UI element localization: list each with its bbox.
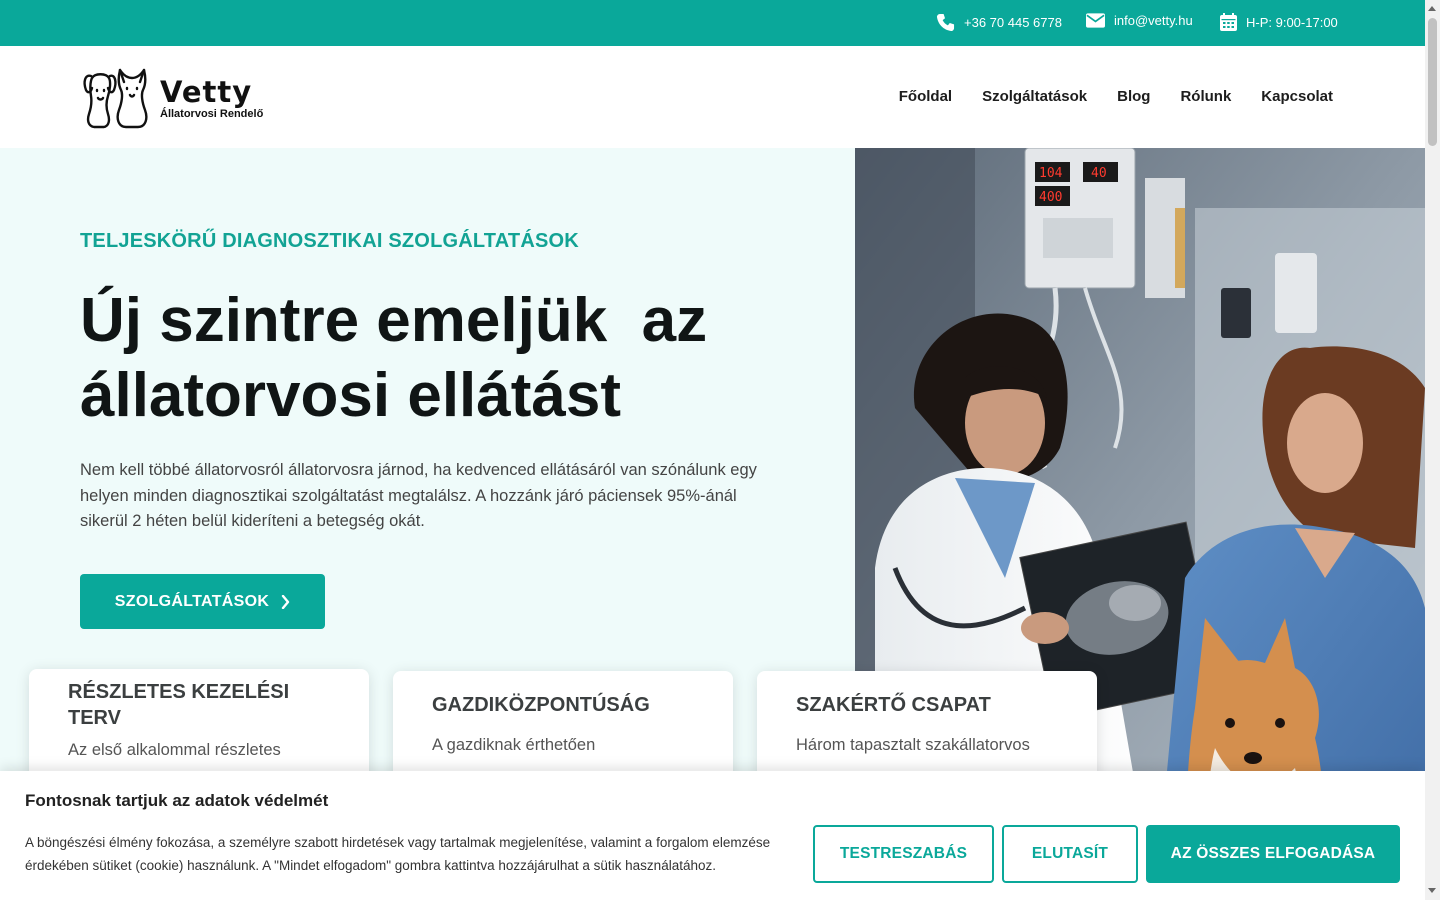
svg-text:40: 40 (1091, 166, 1107, 181)
hero-headline: Új szintre emeljük az állatorvosi ellátá… (80, 283, 800, 433)
main-nav: Főoldal Szolgáltatások Blog Rólunk Kapcs… (899, 88, 1333, 105)
cookie-reject-button[interactable]: ELUTASÍT (1002, 825, 1138, 883)
cookie-accept-all-button[interactable]: AZ ÖSSZES ELFOGADÁSA (1146, 825, 1400, 883)
hero-eyebrow: TELJESKÖRŰ DIAGNOSZTIKAI SZOLGÁLTATÁSOK (80, 230, 579, 252)
nav-item-kapcsolat[interactable]: Kapcsolat (1261, 88, 1333, 105)
cookie-customize-button[interactable]: TESTRESZABÁS (813, 825, 994, 883)
nav-item-rolunk[interactable]: Rólunk (1180, 88, 1231, 105)
card-title: SZAKÉRTŐ CSAPAT (796, 694, 991, 716)
hero-headline-line-2: állatorvosi ellátást (80, 361, 622, 430)
cookie-text: A böngészési élmény fokozása, a személyr… (25, 835, 771, 873)
logo-name: Vetty (160, 74, 253, 109)
nav-item-fooldal[interactable]: Főoldal (899, 88, 952, 105)
dog-cat-logo-icon (83, 68, 148, 129)
card-title: RÉSZLETES KEZELÉSI TERV (68, 681, 290, 729)
svg-text:104: 104 (1039, 166, 1063, 181)
opening-hours: H-P: 9:00-17:00 (1220, 13, 1338, 31)
svg-text:400: 400 (1039, 190, 1062, 205)
phone-number[interactable]: +36 70 445 6778 (964, 15, 1062, 30)
scrollbar-thumb[interactable] (1428, 18, 1437, 146)
scroll-up-arrow-icon[interactable] (1428, 6, 1436, 11)
email-contact[interactable]: info@vetty.hu (1086, 13, 1193, 28)
card-text: Három tapasztalt szakállatorvos (796, 736, 1030, 754)
scroll-down-arrow-icon[interactable] (1428, 888, 1436, 893)
card-text: A gazdiknak érthetően (432, 736, 596, 754)
email-address[interactable]: info@vetty.hu (1114, 13, 1193, 28)
cookie-title: Fontosnak tartjuk az adatok védelmét (25, 791, 329, 810)
card-text: Az első alkalommal részletes (68, 741, 281, 759)
card-title: GAZDIKÖZPONTÚSÁG (432, 694, 650, 716)
services-cta-label: SZOLGÁLTATÁSOK (114, 592, 270, 610)
envelope-icon (1086, 13, 1105, 28)
nav-item-blog[interactable]: Blog (1117, 88, 1150, 105)
services-cta-button[interactable]: SZOLGÁLTATÁSOK (80, 574, 325, 629)
cookie-consent-banner: Fontosnak tartjuk az adatok védelmét A b… (0, 771, 1425, 900)
phone-contact[interactable]: +36 70 445 6778 (936, 13, 1062, 32)
phone-icon (936, 13, 955, 32)
top-contact-bar: +36 70 445 6778 info@vetty.hu H-P: 9:00-… (0, 0, 1425, 46)
page-scrollbar[interactable] (1425, 0, 1440, 900)
site-header: Vetty Állatorvosi Rendelő Főoldal Szolgá… (0, 46, 1425, 148)
hours-text: H-P: 9:00-17:00 (1246, 14, 1338, 30)
chevron-right-icon (282, 594, 290, 609)
hero-headline-line-1: Új szintre emeljük az (80, 286, 708, 355)
calendar-icon (1220, 13, 1237, 31)
nav-item-szolgaltatasok[interactable]: Szolgáltatások (982, 88, 1087, 105)
logo-subtitle: Állatorvosi Rendelő (160, 107, 264, 120)
hero-lead: Nem kell többé állatorvosról állatorvosr… (80, 461, 757, 530)
site-logo[interactable]: Vetty Állatorvosi Rendelő (82, 65, 272, 131)
